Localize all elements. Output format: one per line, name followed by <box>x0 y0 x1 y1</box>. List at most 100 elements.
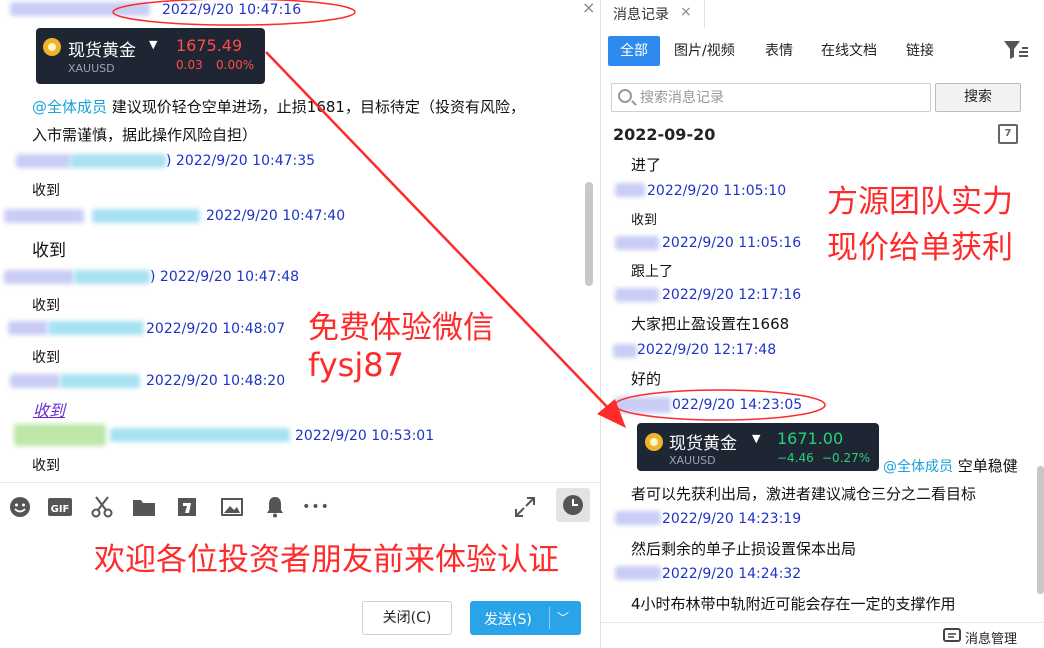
sender-name-blurred <box>60 374 140 388</box>
history-timestamp: 2022/9/20 14:24:32 <box>662 566 802 582</box>
annotation-wechat-id: fysj87 <box>308 346 404 384</box>
avatar <box>615 397 671 413</box>
quote-price: 1675.49 <box>176 36 243 55</box>
send-button-label: 发送(S) <box>484 612 532 628</box>
history-message-text: 然后剩余的单子止损设置保本出局 <box>631 540 857 558</box>
image-icon[interactable] <box>219 495 245 519</box>
close-icon[interactable]: × <box>680 4 692 20</box>
avatar <box>10 374 60 388</box>
history-search-field[interactable] <box>611 83 931 112</box>
history-timestamp: 022/9/20 14:23:05 <box>672 397 803 413</box>
input-toolbar: GIF ••• <box>0 482 600 530</box>
avatar <box>4 270 74 284</box>
gold-coin-icon <box>645 433 663 451</box>
history-timestamp: 2022/9/20 12:17:48 <box>637 342 777 358</box>
history-scrollbar[interactable] <box>1037 466 1044 594</box>
sender-name-blurred <box>48 321 144 335</box>
announcement-line-2: 者可以先获利出局，激进者建议减仓三分之二看目标 <box>631 485 977 503</box>
annotation-welcome: 欢迎各位投资者朋友前来体验认证 <box>94 542 559 578</box>
history-timestamp: 2022/9/20 11:05:16 <box>662 235 802 251</box>
scissors-icon[interactable] <box>89 495 115 519</box>
gif-icon-label: GIF <box>51 504 70 515</box>
avatar <box>615 236 659 250</box>
avatar <box>615 566 661 580</box>
history-search-input[interactable] <box>640 88 920 108</box>
sender-name-blurred <box>110 428 290 442</box>
expand-icon[interactable] <box>512 495 538 519</box>
calendar-icon[interactable]: 7 <box>998 124 1018 144</box>
sender-name-blurred <box>70 154 166 168</box>
avatar <box>615 288 659 302</box>
message-text: 收到 <box>32 298 60 314</box>
message-manage-button[interactable]: 消息管理 <box>965 628 1017 647</box>
quote-name: 现货黄金 <box>68 41 136 61</box>
send-button[interactable]: 发送(S) ﹀ <box>470 601 581 635</box>
search-button[interactable]: 搜索 <box>935 83 1021 112</box>
send-button-divider <box>549 607 550 629</box>
avatar <box>615 183 645 197</box>
history-filter-bar: 全部 图片/视频 表情 在线文档 链接 <box>608 36 1038 66</box>
doc-icon[interactable] <box>174 495 200 519</box>
message-text: 收到 <box>32 458 60 474</box>
mention-all[interactable]: @全体成员 <box>883 459 953 475</box>
tab-message-history[interactable]: 消息记录 × <box>601 0 705 28</box>
bell-icon[interactable] <box>262 495 288 519</box>
history-date-header: 2022-09-20 <box>613 125 716 144</box>
message-link[interactable]: 收到 <box>33 397 65 421</box>
search-icon <box>618 89 632 103</box>
chevron-down-icon[interactable]: ﹀ <box>557 609 569 626</box>
gif-icon[interactable]: GIF <box>47 495 73 519</box>
sender-name-blurred <box>92 209 200 223</box>
avatar <box>16 154 71 168</box>
filter-links[interactable]: 链接 <box>906 36 934 66</box>
filter-icon[interactable] <box>1002 38 1030 62</box>
mention-all[interactable]: @全体成员 <box>32 98 107 116</box>
tab-title: 消息记录 <box>613 7 669 23</box>
history-footer: 消息管理 <box>601 622 1044 648</box>
avatar <box>14 424 106 446</box>
annotation-free-trial: 免费体验微信 <box>308 310 494 346</box>
quote-change-pct: −0.27% <box>822 451 871 465</box>
message-timestamp: ) 2022/9/20 10:47:48 <box>150 269 300 285</box>
gold-quote-card[interactable]: 现货黄金 ▼ XAUUSD 1675.49 0.03 0.00% <box>36 28 265 84</box>
message-timestamp: 2022/9/20 10:53:01 <box>295 428 435 444</box>
message-timestamp: 2022/9/20 10:48:07 <box>146 321 286 337</box>
close-icon[interactable]: × <box>582 0 595 17</box>
quote-change: −4.46 <box>777 451 814 465</box>
history-message-text: 大家把止盈设置在1668 <box>631 315 790 333</box>
announcement-text: 空单稳健 <box>957 457 1018 475</box>
more-icon[interactable]: ••• <box>300 495 332 519</box>
annotation-team-line-1: 方源团队实力 <box>827 184 1013 220</box>
chat-message-list[interactable]: × 2022/9/20 10:47:16 现货黄金 ▼ XAUUSD 1675.… <box>0 0 600 482</box>
filter-docs[interactable]: 在线文档 <box>821 36 877 66</box>
filter-stickers[interactable]: 表情 <box>765 36 793 66</box>
avatar <box>613 344 637 358</box>
emoji-icon[interactable] <box>7 495 33 519</box>
avatar <box>8 321 48 335</box>
filter-all[interactable]: 全部 <box>608 36 660 66</box>
annotation-team-line-2: 现价给单获利 <box>827 230 1013 266</box>
folder-icon[interactable] <box>131 495 157 519</box>
message-manage-icon <box>943 628 961 648</box>
close-button[interactable]: 关闭(C) <box>362 601 452 635</box>
timestamp-value: 2022/9/20 10:47:35 <box>175 153 316 169</box>
quote-name: 现货黄金 <box>669 434 737 454</box>
avatar <box>4 209 84 223</box>
quote-price: 1671.00 <box>777 429 844 448</box>
gold-quote-card[interactable]: 现货黄金 ▼ XAUUSD 1671.00 −4.46 −0.27% <box>637 423 879 471</box>
history-message-text: 跟上了 <box>631 264 673 280</box>
history-message-text: 进了 <box>631 156 662 174</box>
gold-coin-icon <box>43 38 61 56</box>
sender-name-blurred <box>10 2 150 16</box>
caret-down-icon: ▼ <box>149 38 158 51</box>
chat-scrollbar[interactable] <box>585 182 593 286</box>
announcement-line-1: @全体成员 建议现价轻仓空单进场，止损1681，目标待定（投资有风险， <box>32 96 525 117</box>
avatar <box>615 511 661 525</box>
quote-symbol: XAUUSD <box>68 62 115 75</box>
filter-media[interactable]: 图片/视频 <box>674 36 735 66</box>
timestamp-value: 2022/9/20 10:47:48 <box>159 269 300 285</box>
history-message-text: 好的 <box>631 370 662 388</box>
announcement-text: 建议现价轻仓空单进场，止损1681，目标待定（投资有风险， <box>111 98 525 116</box>
history-icon[interactable] <box>556 488 590 522</box>
announcement-line-2: 入市需谨慎，据此操作风险自担） <box>32 126 258 144</box>
